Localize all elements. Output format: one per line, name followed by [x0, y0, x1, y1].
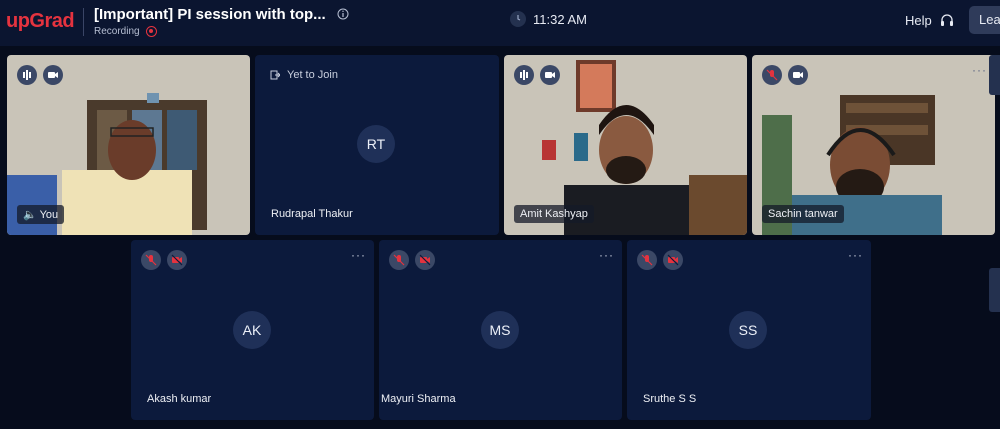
more-options-icon[interactable]: ··· — [848, 248, 863, 262]
participant-avatar: MS — [481, 311, 519, 349]
more-options-icon[interactable]: ··· — [972, 63, 987, 77]
participant-tile-sruthe[interactable]: ··· SS Sruthe S S — [627, 240, 871, 420]
participant-name: Amit Kashyap — [520, 208, 588, 220]
video-camera-icon[interactable] — [43, 65, 63, 85]
audio-level-indicator — [514, 65, 534, 85]
participant-avatar: AK — [233, 311, 271, 349]
participant-tile-you[interactable]: 🔈 You — [7, 55, 250, 235]
participant-name: Sachin tanwar — [768, 208, 838, 220]
exit-door-icon — [270, 70, 280, 80]
help-button[interactable]: Help — [905, 13, 932, 28]
participant-name-chip: Amit Kashyap — [514, 205, 594, 223]
participant-tile-mayuri[interactable]: ··· MS Mayuri Sharma — [379, 240, 622, 420]
mic-muted-icon[interactable] — [141, 250, 161, 270]
side-panel-toggle-top[interactable] — [989, 55, 1000, 95]
more-options-icon[interactable]: ··· — [351, 248, 366, 262]
current-time: 11:32 AM — [533, 12, 587, 27]
info-icon[interactable] — [337, 8, 349, 20]
video-camera-icon[interactable] — [788, 65, 808, 85]
video-camera-icon[interactable] — [540, 65, 560, 85]
participant-name-chip: Sachin tanwar — [762, 205, 844, 223]
video-off-icon[interactable] — [663, 250, 683, 270]
top-bar: upGrad [Important] PI session with top..… — [0, 0, 1000, 46]
participant-name: Rudrapal Thakur — [271, 208, 353, 220]
leave-button[interactable]: Leave — [969, 6, 1000, 34]
upgrad-logo: upGrad — [6, 10, 75, 32]
audio-level-indicator — [17, 65, 37, 85]
headset-icon[interactable] — [939, 12, 955, 28]
participant-name: Akash kumar — [147, 393, 212, 405]
participant-name-chip: 🔈 You — [17, 205, 65, 224]
header-divider — [83, 8, 84, 36]
side-panel-toggle-bottom[interactable] — [989, 268, 1000, 312]
participant-name: You — [39, 209, 59, 221]
speaker-icon: 🔈 — [23, 209, 37, 221]
recording-label: Recording — [94, 26, 140, 37]
mic-muted-icon[interactable] — [762, 65, 782, 85]
video-off-icon[interactable] — [415, 250, 435, 270]
recording-indicator-icon — [146, 26, 157, 37]
participant-avatar: RT — [357, 125, 395, 163]
session-title: [Important] PI session with top... — [94, 6, 326, 23]
yet-to-join-label: Yet to Join — [287, 69, 338, 81]
participant-name: Sruthe S S — [643, 393, 697, 405]
clock-icon — [510, 11, 526, 27]
mic-muted-icon[interactable] — [389, 250, 409, 270]
participant-tile-sachin[interactable]: ··· Sachin tanwar — [752, 55, 995, 235]
more-options-icon[interactable]: ··· — [599, 248, 614, 262]
participant-name: Mayuri Sharma — [381, 393, 456, 405]
participant-tile-akash[interactable]: ··· AK Akash kumar — [131, 240, 374, 420]
participant-avatar: SS — [729, 311, 767, 349]
participant-tile-amit[interactable]: Amit Kashyap — [504, 55, 747, 235]
mic-muted-icon[interactable] — [637, 250, 657, 270]
video-off-icon[interactable] — [167, 250, 187, 270]
